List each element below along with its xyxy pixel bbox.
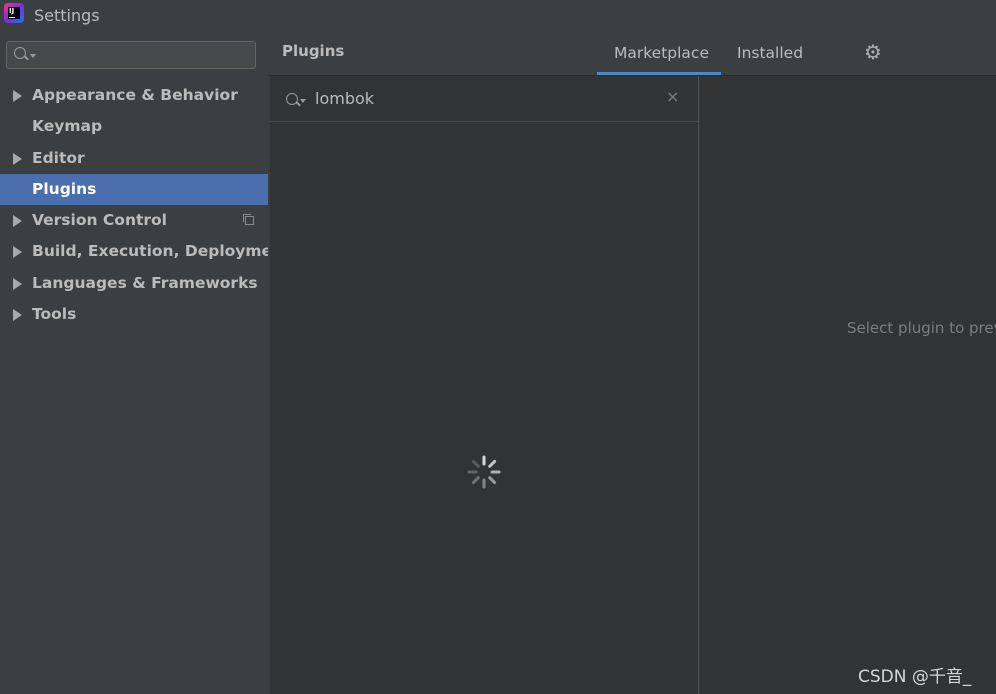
sidebar-item-tools[interactable]: Tools [0,299,268,330]
sidebar-item-label: Version Control [32,211,167,230]
tab-installed[interactable]: Installed [737,44,803,62]
expand-arrow-icon[interactable] [13,152,22,165]
sidebar-item-languages-frameworks[interactable]: Languages & Frameworks [0,268,268,299]
search-icon [286,93,298,105]
search-options-dropdown-icon[interactable] [30,54,36,58]
watermark: CSDN @千音_ [858,667,972,687]
sidebar-item-build-execution-deployment[interactable]: Build, Execution, Deployment [0,236,291,267]
loading-spinner-icon [467,455,501,489]
sidebar-item-label: Keymap [32,117,103,136]
empty-detail-hint: Select plugin to prev [847,319,996,337]
active-tab-indicator [597,72,721,75]
search-options-dropdown-icon[interactable] [300,99,306,103]
sidebar-item-keymap[interactable]: Keymap [0,111,268,142]
title-bar: IJ Settings [0,0,996,30]
expand-arrow-icon[interactable] [13,277,22,290]
settings-sidebar: Appearance & Behavior Keymap Editor Plug… [0,30,291,694]
sidebar-item-label: Tools [32,305,77,324]
plugin-list-pane: lombok × [270,76,698,694]
expand-arrow-icon[interactable] [13,90,22,102]
sidebar-item-label: Editor [32,148,85,167]
sidebar-item-label: Languages & Frameworks [32,273,258,292]
plugin-search-field[interactable]: lombok × [270,76,698,122]
plugins-panel: Plugins Marketplace Installed ⚙ lombok × [268,30,996,694]
gear-icon[interactable]: ⚙ [864,42,882,62]
sidebar-item-plugins[interactable]: Plugins [0,173,268,206]
plugin-detail-pane: Select plugin to prev [699,76,996,694]
settings-search-input[interactable] [6,41,256,69]
sidebar-item-label: Plugins [32,179,97,198]
sidebar-item-version-control[interactable]: Version Control [0,205,268,236]
project-level-copy-icon [243,214,254,226]
sidebar-item-label: Build, Execution, Deployment [32,242,291,261]
intellij-logo-icon: IJ [4,3,24,23]
sidebar-item-label: Appearance & Behavior [32,86,238,104]
expand-arrow-icon[interactable] [13,246,22,259]
expand-arrow-icon[interactable] [13,215,22,228]
page-title: Plugins [282,42,345,60]
clear-search-icon[interactable]: × [666,87,679,106]
tab-marketplace[interactable]: Marketplace [614,44,709,62]
window-title: Settings [34,6,100,25]
sidebar-item-editor[interactable]: Editor [0,143,268,174]
sidebar-item-appearance-behavior[interactable]: Appearance & Behavior [0,80,268,111]
plugins-header: Plugins Marketplace Installed ⚙ [268,30,996,76]
search-icon [14,47,26,59]
settings-tree: Appearance & Behavior Keymap Editor Plug… [0,80,291,330]
plugin-search-input[interactable]: lombok [315,89,374,108]
expand-arrow-icon[interactable] [13,309,22,322]
